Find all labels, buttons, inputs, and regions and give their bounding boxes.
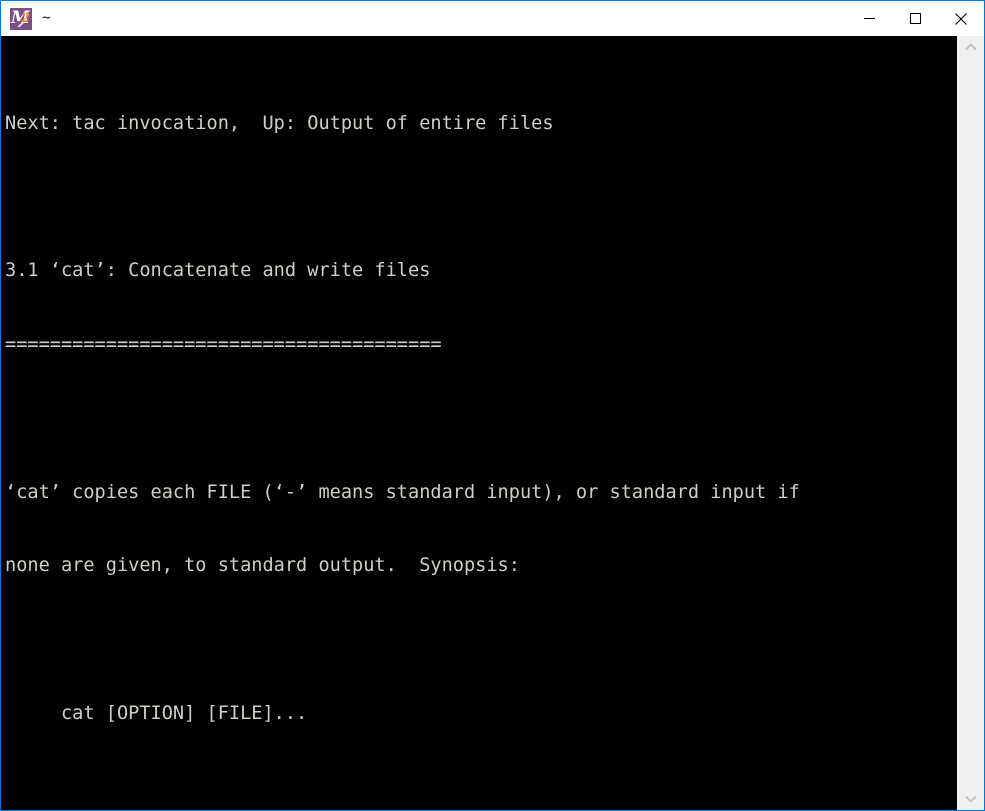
maximize-button[interactable] <box>892 1 938 36</box>
terminal-screen[interactable]: Next: tac invocation, Up: Output of enti… <box>1 36 957 810</box>
terminal-line: ‘cat’ copies each FILE (‘-’ means standa… <box>5 481 800 503</box>
app-icon-digit: 2 <box>20 10 30 26</box>
minimize-button[interactable] <box>846 1 892 36</box>
terminal-window: M 2 ~ Next: tac invocation, Up: Output o… <box>0 0 985 811</box>
window-controls <box>846 1 984 36</box>
vertical-scrollbar[interactable] <box>957 36 984 810</box>
msys2-app-icon: M 2 <box>10 7 32 30</box>
chevron-down-icon <box>965 795 977 803</box>
scroll-down-button[interactable] <box>958 788 984 810</box>
terminal-line: Next: tac invocation, Up: Output of enti… <box>5 112 554 134</box>
close-icon <box>955 12 967 25</box>
window-body: Next: tac invocation, Up: Output of enti… <box>1 36 984 810</box>
terminal-text-buffer: Next: tac invocation, Up: Output of enti… <box>5 38 957 810</box>
chevron-up-icon <box>965 43 977 51</box>
terminal-line: none are given, to standard output. Syno… <box>5 555 520 577</box>
window-title: ~ <box>42 10 51 26</box>
terminal-line-rule: ======================================= <box>5 334 442 356</box>
minimize-icon <box>863 18 875 19</box>
maximize-icon <box>909 13 921 24</box>
terminal-line-heading: 3.1 ‘cat’: Concatenate and write files <box>5 260 431 282</box>
scroll-up-button[interactable] <box>958 36 984 58</box>
scrollbar-thumb[interactable] <box>958 58 984 788</box>
window-titlebar[interactable]: M 2 ~ <box>1 1 984 36</box>
close-button[interactable] <box>938 1 984 36</box>
titlebar-left: M 2 ~ <box>1 1 846 36</box>
scrollbar-track[interactable] <box>958 58 984 788</box>
terminal-line-synopsis: cat [OPTION] [FILE]... <box>5 703 308 725</box>
